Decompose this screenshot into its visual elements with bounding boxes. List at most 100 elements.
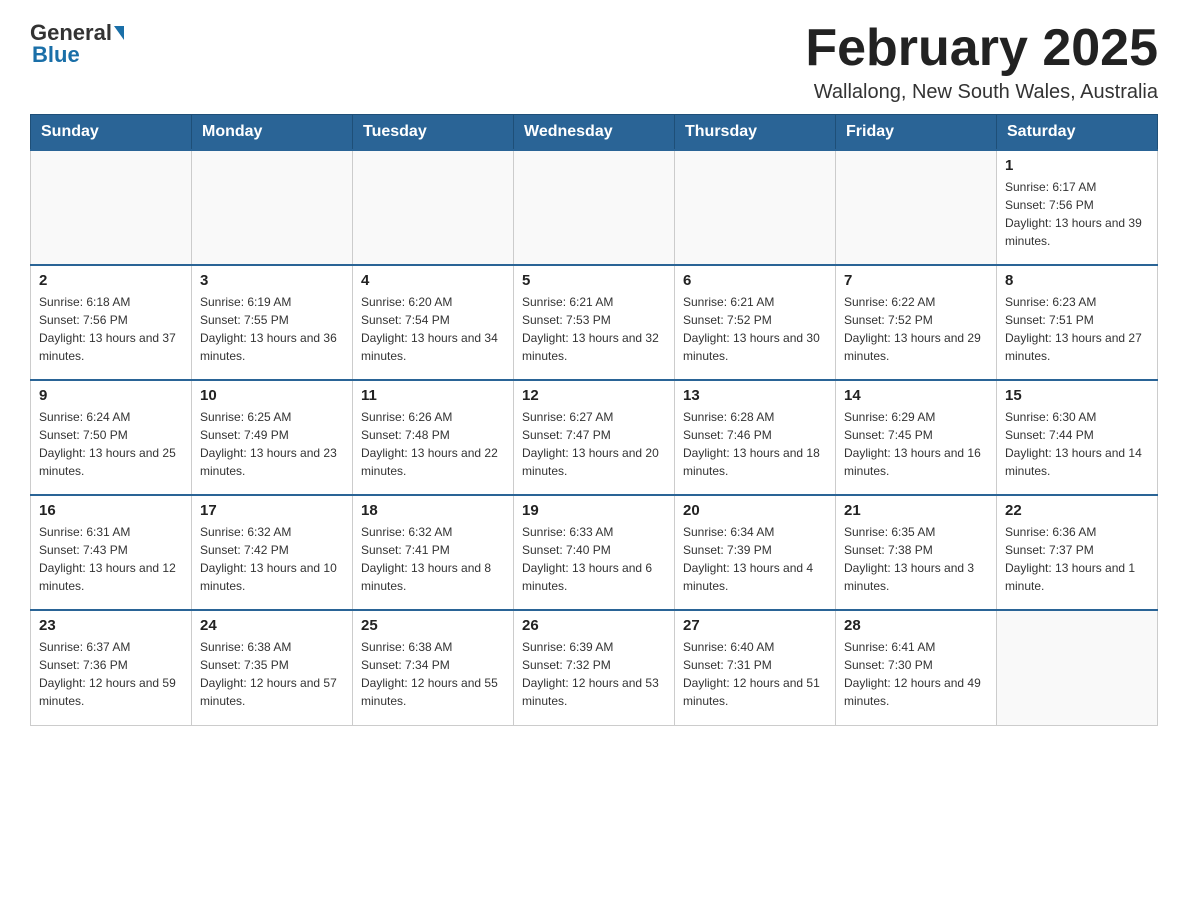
day-info: Sunrise: 6:40 AMSunset: 7:31 PMDaylight:… bbox=[683, 638, 827, 710]
day-number: 21 bbox=[844, 502, 988, 519]
calendar-cell: 28 Sunrise: 6:41 AMSunset: 7:30 PMDayligh… bbox=[836, 610, 997, 725]
calendar-cell: 16 Sunrise: 6:31 AMSunset: 7:43 PMDayligh… bbox=[31, 495, 192, 610]
day-number: 4 bbox=[361, 272, 505, 289]
column-header-tuesday: Tuesday bbox=[353, 115, 514, 151]
day-info: Sunrise: 6:26 AMSunset: 7:48 PMDaylight:… bbox=[361, 408, 505, 480]
calendar-cell: 18 Sunrise: 6:32 AMSunset: 7:41 PMDayligh… bbox=[353, 495, 514, 610]
calendar-cell: 11 Sunrise: 6:26 AMSunset: 7:48 PMDayligh… bbox=[353, 380, 514, 495]
calendar-cell: 22 Sunrise: 6:36 AMSunset: 7:37 PMDayligh… bbox=[997, 495, 1158, 610]
calendar-cell: 27 Sunrise: 6:40 AMSunset: 7:31 PMDayligh… bbox=[675, 610, 836, 725]
day-info: Sunrise: 6:32 AMSunset: 7:41 PMDaylight:… bbox=[361, 523, 505, 595]
calendar-cell bbox=[353, 150, 514, 265]
day-info: Sunrise: 6:22 AMSunset: 7:52 PMDaylight:… bbox=[844, 293, 988, 365]
day-info: Sunrise: 6:32 AMSunset: 7:42 PMDaylight:… bbox=[200, 523, 344, 595]
calendar-cell: 8 Sunrise: 6:23 AMSunset: 7:51 PMDaylight… bbox=[997, 265, 1158, 380]
calendar-title: February 2025 bbox=[805, 20, 1158, 77]
day-info: Sunrise: 6:38 AMSunset: 7:34 PMDaylight:… bbox=[361, 638, 505, 710]
day-number: 2 bbox=[39, 272, 183, 289]
calendar-table: SundayMondayTuesdayWednesdayThursdayFrid… bbox=[30, 114, 1158, 726]
day-info: Sunrise: 6:18 AMSunset: 7:56 PMDaylight:… bbox=[39, 293, 183, 365]
day-number: 22 bbox=[1005, 502, 1149, 519]
day-info: Sunrise: 6:21 AMSunset: 7:53 PMDaylight:… bbox=[522, 293, 666, 365]
day-number: 26 bbox=[522, 617, 666, 634]
column-header-sunday: Sunday bbox=[31, 115, 192, 151]
column-header-monday: Monday bbox=[192, 115, 353, 151]
calendar-cell: 12 Sunrise: 6:27 AMSunset: 7:47 PMDayligh… bbox=[514, 380, 675, 495]
day-info: Sunrise: 6:41 AMSunset: 7:30 PMDaylight:… bbox=[844, 638, 988, 710]
day-info: Sunrise: 6:23 AMSunset: 7:51 PMDaylight:… bbox=[1005, 293, 1149, 365]
page-header: General Blue February 2025 Wallalong, Ne… bbox=[30, 20, 1158, 104]
calendar-header-row: SundayMondayTuesdayWednesdayThursdayFrid… bbox=[31, 115, 1158, 151]
column-header-thursday: Thursday bbox=[675, 115, 836, 151]
calendar-cell: 14 Sunrise: 6:29 AMSunset: 7:45 PMDayligh… bbox=[836, 380, 997, 495]
week-row-2: 2 Sunrise: 6:18 AMSunset: 7:56 PMDaylight… bbox=[31, 265, 1158, 380]
day-number: 18 bbox=[361, 502, 505, 519]
calendar-cell: 24 Sunrise: 6:38 AMSunset: 7:35 PMDayligh… bbox=[192, 610, 353, 725]
day-info: Sunrise: 6:24 AMSunset: 7:50 PMDaylight:… bbox=[39, 408, 183, 480]
day-info: Sunrise: 6:17 AMSunset: 7:56 PMDaylight:… bbox=[1005, 178, 1149, 250]
day-number: 3 bbox=[200, 272, 344, 289]
calendar-cell: 2 Sunrise: 6:18 AMSunset: 7:56 PMDaylight… bbox=[31, 265, 192, 380]
day-info: Sunrise: 6:38 AMSunset: 7:35 PMDaylight:… bbox=[200, 638, 344, 710]
calendar-cell: 15 Sunrise: 6:30 AMSunset: 7:44 PMDayligh… bbox=[997, 380, 1158, 495]
day-info: Sunrise: 6:39 AMSunset: 7:32 PMDaylight:… bbox=[522, 638, 666, 710]
day-info: Sunrise: 6:30 AMSunset: 7:44 PMDaylight:… bbox=[1005, 408, 1149, 480]
calendar-cell: 4 Sunrise: 6:20 AMSunset: 7:54 PMDaylight… bbox=[353, 265, 514, 380]
column-header-wednesday: Wednesday bbox=[514, 115, 675, 151]
day-number: 14 bbox=[844, 387, 988, 404]
day-number: 11 bbox=[361, 387, 505, 404]
day-number: 24 bbox=[200, 617, 344, 634]
day-info: Sunrise: 6:35 AMSunset: 7:38 PMDaylight:… bbox=[844, 523, 988, 595]
logo-arrow-icon bbox=[114, 26, 124, 40]
day-number: 1 bbox=[1005, 157, 1149, 174]
day-info: Sunrise: 6:33 AMSunset: 7:40 PMDaylight:… bbox=[522, 523, 666, 595]
calendar-cell bbox=[997, 610, 1158, 725]
day-info: Sunrise: 6:27 AMSunset: 7:47 PMDaylight:… bbox=[522, 408, 666, 480]
calendar-cell: 7Sunrise: 6:22 AMSunset: 7:52 PMDaylight… bbox=[836, 265, 997, 380]
day-info: Sunrise: 6:21 AMSunset: 7:52 PMDaylight:… bbox=[683, 293, 827, 365]
day-number: 15 bbox=[1005, 387, 1149, 404]
day-number: 19 bbox=[522, 502, 666, 519]
day-info: Sunrise: 6:34 AMSunset: 7:39 PMDaylight:… bbox=[683, 523, 827, 595]
day-number: 13 bbox=[683, 387, 827, 404]
calendar-cell: 20 Sunrise: 6:34 AMSunset: 7:39 PMDayligh… bbox=[675, 495, 836, 610]
day-info: Sunrise: 6:28 AMSunset: 7:46 PMDaylight:… bbox=[683, 408, 827, 480]
day-info: Sunrise: 6:31 AMSunset: 7:43 PMDaylight:… bbox=[39, 523, 183, 595]
week-row-3: 9 Sunrise: 6:24 AMSunset: 7:50 PMDaylight… bbox=[31, 380, 1158, 495]
calendar-cell: 10 Sunrise: 6:25 AMSunset: 7:49 PMDayligh… bbox=[192, 380, 353, 495]
day-number: 25 bbox=[361, 617, 505, 634]
calendar-cell: 17 Sunrise: 6:32 AMSunset: 7:42 PMDayligh… bbox=[192, 495, 353, 610]
calendar-cell: 26 Sunrise: 6:39 AMSunset: 7:32 PMDayligh… bbox=[514, 610, 675, 725]
day-number: 16 bbox=[39, 502, 183, 519]
calendar-cell: 13 Sunrise: 6:28 AMSunset: 7:46 PMDayligh… bbox=[675, 380, 836, 495]
calendar-cell: 5Sunrise: 6:21 AMSunset: 7:53 PMDaylight… bbox=[514, 265, 675, 380]
calendar-cell: 25 Sunrise: 6:38 AMSunset: 7:34 PMDayligh… bbox=[353, 610, 514, 725]
column-header-friday: Friday bbox=[836, 115, 997, 151]
calendar-cell: 19 Sunrise: 6:33 AMSunset: 7:40 PMDayligh… bbox=[514, 495, 675, 610]
day-number: 20 bbox=[683, 502, 827, 519]
day-info: Sunrise: 6:36 AMSunset: 7:37 PMDaylight:… bbox=[1005, 523, 1149, 595]
title-block: February 2025 Wallalong, New South Wales… bbox=[805, 20, 1158, 104]
day-number: 27 bbox=[683, 617, 827, 634]
week-row-1: 1 Sunrise: 6:17 AMSunset: 7:56 PMDaylight… bbox=[31, 150, 1158, 265]
logo-blue-text: Blue bbox=[32, 42, 80, 67]
day-number: 12 bbox=[522, 387, 666, 404]
day-number: 8 bbox=[1005, 272, 1149, 289]
calendar-cell bbox=[836, 150, 997, 265]
calendar-cell: 3Sunrise: 6:19 AMSunset: 7:55 PMDaylight… bbox=[192, 265, 353, 380]
calendar-cell bbox=[675, 150, 836, 265]
calendar-cell: 1 Sunrise: 6:17 AMSunset: 7:56 PMDaylight… bbox=[997, 150, 1158, 265]
week-row-5: 23 Sunrise: 6:37 AMSunset: 7:36 PMDayligh… bbox=[31, 610, 1158, 725]
day-info: Sunrise: 6:25 AMSunset: 7:49 PMDaylight:… bbox=[200, 408, 344, 480]
day-number: 28 bbox=[844, 617, 988, 634]
column-header-saturday: Saturday bbox=[997, 115, 1158, 151]
day-number: 9 bbox=[39, 387, 183, 404]
day-info: Sunrise: 6:29 AMSunset: 7:45 PMDaylight:… bbox=[844, 408, 988, 480]
day-number: 23 bbox=[39, 617, 183, 634]
day-number: 17 bbox=[200, 502, 344, 519]
day-info: Sunrise: 6:37 AMSunset: 7:36 PMDaylight:… bbox=[39, 638, 183, 710]
day-number: 10 bbox=[200, 387, 344, 404]
calendar-cell bbox=[514, 150, 675, 265]
day-info: Sunrise: 6:20 AMSunset: 7:54 PMDaylight:… bbox=[361, 293, 505, 365]
calendar-cell bbox=[31, 150, 192, 265]
